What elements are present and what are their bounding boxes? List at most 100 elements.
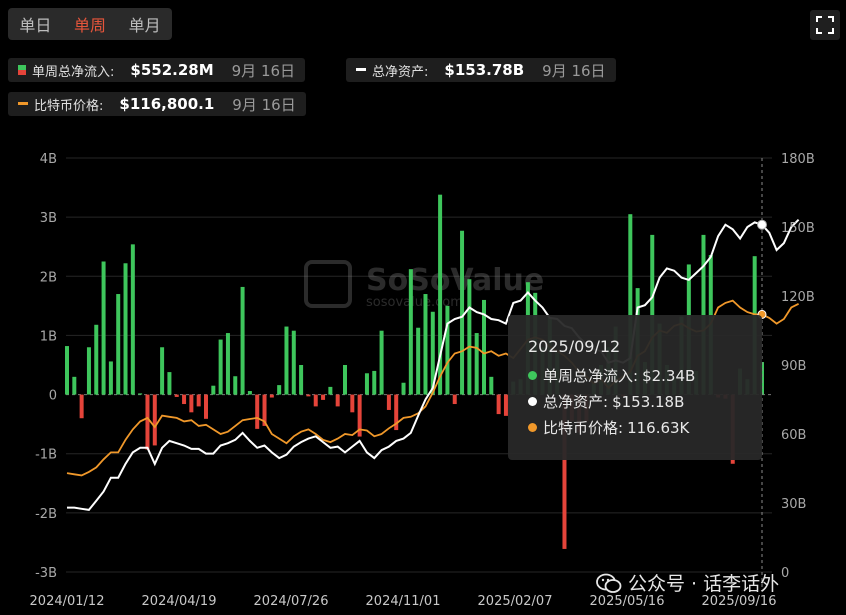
left-tick-label: 4B: [40, 152, 57, 167]
flow-bar: [247, 391, 252, 395]
flow-bar: [423, 294, 428, 395]
flow-bar: [123, 263, 128, 395]
flow-bar: [489, 376, 494, 395]
left-tick-label: 2B: [40, 270, 57, 285]
flow-bar: [328, 386, 333, 395]
flow-bar: [379, 330, 384, 395]
watermark-text: SoSoValue: [366, 263, 544, 298]
tooltip-flow-label: 单周总净流入:: [543, 367, 639, 385]
flow-bar: [211, 385, 216, 395]
etf-flow-chart[interactable]: SoSoValue sosovalue.com 4B3B2B1B0-1B-2B-…: [0, 0, 846, 615]
flow-bar: [335, 394, 340, 407]
tooltip-assets-value: $153.18B: [612, 392, 685, 411]
flow-bar: [79, 394, 84, 419]
flow-bar: [350, 394, 355, 413]
flow-bar: [255, 394, 260, 429]
flow-bar: [386, 394, 391, 410]
x-tick-label: 2024/07/26: [254, 594, 329, 609]
left-tick-label: -3B: [35, 566, 57, 581]
flow-bar: [225, 333, 230, 395]
x-tick-label: 2024/04/19: [142, 594, 217, 609]
white-dot-icon: [528, 397, 537, 406]
tooltip-btc-label: 比特币价格:: [543, 419, 624, 437]
flow-bar: [101, 261, 106, 395]
flow-bar: [189, 394, 194, 413]
wechat-watermark-text: 公众号 · 话李话外: [628, 573, 780, 595]
flow-bar: [218, 339, 223, 395]
wechat-watermark: 公众号 · 话李话外: [596, 569, 779, 596]
flow-bar: [496, 394, 501, 415]
left-tick-label: -2B: [35, 507, 57, 522]
green-dot-icon: [528, 371, 537, 380]
flow-bar: [160, 347, 165, 395]
orange-dot-icon: [528, 423, 537, 432]
right-tick-label: 0: [781, 566, 789, 581]
right-tick-label: 60B: [781, 428, 806, 443]
flow-bar: [108, 361, 113, 395]
right-tick-label: 30B: [781, 497, 806, 512]
x-tick-label: 2025/05/16: [590, 594, 665, 609]
right-tick-label: 150B: [781, 221, 815, 236]
left-tick-label: 3B: [40, 211, 57, 226]
x-tick-label: 2025/09/16: [702, 594, 777, 609]
flow-bar: [306, 394, 311, 397]
flow-bar: [299, 365, 304, 395]
tooltip: 2025/09/12 单周总净流入: $2.34B 总净资产: $153.18B…: [508, 315, 762, 460]
flow-bar: [416, 327, 421, 395]
flow-bar: [467, 279, 472, 395]
flow-bar: [233, 376, 238, 395]
flow-bar: [174, 394, 179, 397]
flow-bar: [291, 330, 296, 395]
flow-bar: [460, 230, 465, 395]
tooltip-flow-value: $2.34B: [642, 366, 696, 385]
right-tick-label: 90B: [781, 359, 806, 374]
left-tick-label: 0: [49, 389, 57, 404]
tooltip-btc-value: 116.63K: [627, 418, 690, 437]
flow-bar: [116, 294, 121, 395]
flow-bar: [145, 394, 150, 450]
x-tick-label: 2024/01/12: [30, 594, 105, 609]
left-tick-label: 1B: [40, 329, 57, 344]
wechat-icon: [596, 573, 622, 593]
flow-bar: [167, 372, 172, 395]
flow-bar: [138, 393, 143, 395]
flow-bar: [182, 394, 187, 405]
assets-point-marker: [757, 219, 767, 230]
flow-bar: [86, 347, 91, 395]
left-tick-label: -1B: [35, 448, 57, 463]
x-axis: 2024/01/12 2024/04/19 2024/07/26 2024/11/01…: [30, 594, 777, 609]
tooltip-date: 2025/09/12: [528, 337, 621, 356]
sosovalue-logo-icon: [304, 260, 352, 308]
flow-bar: [196, 394, 201, 407]
flow-bar: [372, 370, 377, 395]
flow-bar: [204, 394, 208, 419]
flow-bar: [343, 365, 347, 395]
right-tick-label: 180B: [781, 152, 815, 167]
right-tick-label: 120B: [781, 290, 815, 305]
left-axis: 4B 3B 2B 1B 0 -1B -2B -3B: [35, 152, 57, 581]
flow-bar: [277, 385, 282, 395]
tooltip-row-assets: 总净资产: $153.18B: [528, 391, 684, 412]
tooltip-row-flow: 单周总净流入: $2.34B: [528, 365, 695, 386]
right-axis: 180B 150B 120B 90B 60B 30B 0: [781, 152, 815, 581]
tooltip-row-btc: 比特币价格: 116.63K: [528, 417, 689, 438]
flow-bar: [152, 394, 157, 446]
flow-bar: [94, 324, 99, 395]
flow-bar: [72, 376, 77, 395]
x-tick-label: 2024/11/01: [366, 594, 441, 609]
flow-bar: [445, 305, 450, 395]
tooltip-assets-label: 总净资产:: [543, 393, 609, 411]
flow-bar: [284, 326, 289, 395]
flow-bar: [401, 382, 406, 395]
flow-bar: [269, 394, 274, 398]
flow-bar: [364, 373, 369, 395]
flow-bar: [474, 333, 479, 395]
flow-bar: [452, 394, 457, 405]
flow-bar: [130, 244, 135, 395]
flow-bar: [321, 394, 326, 400]
flow-bar: [313, 394, 318, 407]
flow-bar: [65, 346, 69, 395]
x-tick-label: 2025/02/07: [478, 594, 553, 609]
flow-bar: [408, 269, 413, 395]
flow-bar: [240, 286, 245, 395]
